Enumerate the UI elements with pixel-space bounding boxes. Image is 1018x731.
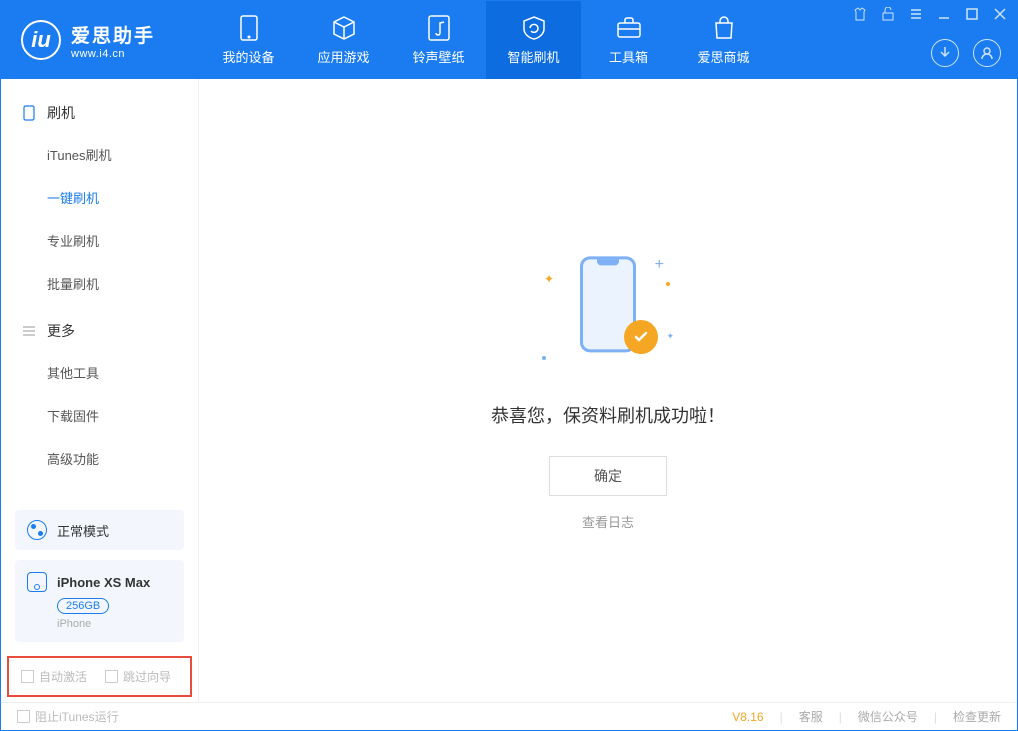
nav-tabs: 我的设备 应用游戏 铃声壁纸 智能刷机 工具箱 爱思商城	[201, 1, 771, 79]
window-controls	[853, 7, 1007, 21]
divider: |	[780, 710, 783, 724]
divider: |	[839, 710, 842, 724]
checkbox-icon	[21, 670, 34, 683]
tab-label: 应用游戏	[317, 47, 369, 66]
shirt-icon[interactable]	[853, 7, 867, 21]
device-icon	[27, 572, 47, 592]
cube-icon	[331, 15, 357, 41]
app-title: 爱思助手	[71, 21, 155, 48]
tab-store[interactable]: 爱思商城	[676, 1, 771, 79]
tab-label: 工具箱	[609, 47, 648, 66]
tab-label: 爱思商城	[697, 47, 749, 66]
group-label: 刷机	[47, 103, 75, 123]
device-type: iPhone	[57, 618, 172, 630]
confirm-button[interactable]: 确定	[549, 456, 667, 496]
main-content: ✦ ✦ + 恭喜您，保资料刷机成功啦！ 确定 查看日志	[199, 79, 1017, 703]
device-box[interactable]: iPhone XS Max 256GB iPhone	[15, 560, 184, 642]
view-log-link[interactable]: 查看日志	[582, 512, 634, 531]
app-subtitle: www.i4.cn	[71, 48, 155, 60]
lock-icon[interactable]	[881, 7, 895, 21]
sidebar-item-other-tools[interactable]: 其他工具	[1, 351, 198, 394]
maximize-icon[interactable]	[965, 7, 979, 21]
mode-label: 正常模式	[57, 521, 109, 540]
menu-icon[interactable]	[909, 7, 923, 21]
success-message: 恭喜您，保资料刷机成功啦！	[491, 402, 725, 428]
download-icon[interactable]	[931, 39, 959, 67]
sidebar-item-itunes-flash[interactable]: iTunes刷机	[1, 133, 198, 176]
bag-icon	[711, 15, 737, 41]
tab-label: 铃声壁纸	[412, 47, 464, 66]
group-header-more[interactable]: 更多	[1, 311, 198, 351]
footer-link-support[interactable]: 客服	[799, 708, 823, 725]
device-panel: 正常模式 iPhone XS Max 256GB iPhone	[1, 510, 198, 656]
tab-label: 我的设备	[222, 47, 274, 66]
device-icon	[236, 15, 262, 41]
checkbox-auto-activate[interactable]: 自动激活	[21, 668, 87, 685]
sparkle-icon: ✦	[666, 331, 674, 342]
device-storage-badge: 256GB	[57, 598, 109, 614]
group-header-flash[interactable]: 刷机	[1, 93, 198, 133]
footer-link-wechat[interactable]: 微信公众号	[858, 708, 918, 725]
divider: |	[934, 710, 937, 724]
body: 刷机 iTunes刷机 一键刷机 专业刷机 批量刷机 更多 其他工具 下载固件 …	[1, 79, 1017, 703]
list-icon	[21, 323, 37, 339]
user-icon[interactable]	[973, 39, 1001, 67]
music-icon	[426, 15, 452, 41]
check-circle-icon	[624, 320, 658, 354]
footer: 阻止iTunes运行 V8.16 | 客服 | 微信公众号 | 检查更新	[1, 702, 1017, 730]
mode-box[interactable]: 正常模式	[15, 510, 184, 550]
footer-left: 阻止iTunes运行	[17, 708, 119, 725]
dot-icon	[542, 356, 546, 360]
close-icon[interactable]	[993, 7, 1007, 21]
checkbox-skip-guide[interactable]: 跳过向导	[105, 668, 171, 685]
device-row: iPhone XS Max	[27, 572, 172, 592]
toolbox-icon	[616, 15, 642, 41]
tab-my-device[interactable]: 我的设备	[201, 1, 296, 79]
tab-toolbox[interactable]: 工具箱	[581, 1, 676, 79]
checkbox-icon	[105, 670, 118, 683]
sidebar-scroll: 刷机 iTunes刷机 一键刷机 专业刷机 批量刷机 更多 其他工具 下载固件 …	[1, 79, 198, 510]
footer-right: V8.16 | 客服 | 微信公众号 | 检查更新	[732, 708, 1001, 725]
header-right-icons	[931, 39, 1001, 67]
checkbox-block-itunes[interactable]: 阻止iTunes运行	[17, 708, 119, 725]
group-label: 更多	[47, 321, 75, 341]
device-name: iPhone XS Max	[57, 575, 150, 590]
mode-icon	[27, 520, 47, 540]
version-label: V8.16	[732, 710, 763, 724]
refresh-shield-icon	[521, 15, 547, 41]
tab-smart-flash[interactable]: 智能刷机	[486, 1, 581, 79]
checkbox-label: 跳过向导	[123, 668, 171, 685]
tab-ringtone-wallpaper[interactable]: 铃声壁纸	[391, 1, 486, 79]
logo-section: iu 爱思助手 www.i4.cn	[1, 20, 201, 60]
app-header: iu 爱思助手 www.i4.cn 我的设备 应用游戏 铃声壁纸 智能刷机 工具…	[1, 1, 1017, 79]
phone-icon	[21, 105, 37, 121]
sidebar-item-download-firmware[interactable]: 下载固件	[1, 394, 198, 437]
sparkle-icon: ✦	[544, 272, 554, 286]
plus-icon: +	[655, 256, 664, 274]
app-logo-icon: iu	[21, 20, 61, 60]
sidebar-item-batch-flash[interactable]: 批量刷机	[1, 262, 198, 305]
minimize-icon[interactable]	[937, 7, 951, 21]
tab-label: 智能刷机	[507, 47, 559, 66]
dot-icon	[666, 282, 670, 286]
sidebar-group-more: 更多 其他工具 下载固件 高级功能	[1, 311, 198, 480]
sidebar-item-oneclick-flash[interactable]: 一键刷机	[1, 176, 198, 219]
checkbox-icon	[17, 710, 30, 723]
sidebar-item-advanced[interactable]: 高级功能	[1, 437, 198, 480]
tab-apps-games[interactable]: 应用游戏	[296, 1, 391, 79]
highlighted-checkbox-row: 自动激活 跳过向导	[7, 656, 192, 697]
footer-link-update[interactable]: 检查更新	[953, 708, 1001, 725]
logo-text: 爱思助手 www.i4.cn	[71, 21, 155, 60]
sidebar-item-pro-flash[interactable]: 专业刷机	[1, 219, 198, 262]
sidebar: 刷机 iTunes刷机 一键刷机 专业刷机 批量刷机 更多 其他工具 下载固件 …	[1, 79, 199, 703]
checkbox-label: 自动激活	[39, 668, 87, 685]
success-illustration: ✦ ✦ +	[548, 252, 668, 372]
sidebar-group-flash: 刷机 iTunes刷机 一键刷机 专业刷机 批量刷机	[1, 93, 198, 305]
checkbox-label: 阻止iTunes运行	[35, 708, 119, 725]
